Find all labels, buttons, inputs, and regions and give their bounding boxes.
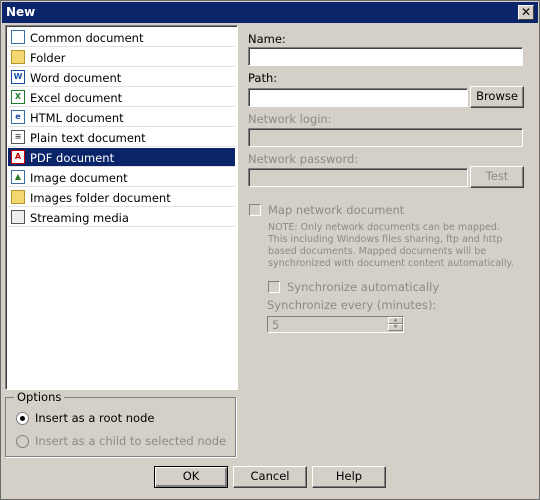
browse-button[interactable]: Browse	[470, 86, 524, 108]
mapping-note: NOTE: Only network documents can be mapp…	[268, 222, 514, 269]
ok-button[interactable]: OK	[154, 466, 228, 488]
options-group: Options Insert as a root node Insert as …	[5, 390, 236, 457]
help-button[interactable]: Help	[312, 466, 386, 488]
list-item-label: Common document	[30, 31, 144, 45]
sync-auto-checkbox[interactable]	[268, 281, 280, 293]
network-password-label: Network password:	[248, 152, 359, 166]
images-folder-icon	[11, 190, 25, 204]
list-item[interactable]: X Excel document	[8, 88, 235, 107]
name-input[interactable]	[248, 47, 523, 66]
sync-every-value: 5	[272, 318, 280, 332]
close-button[interactable]: ✕	[518, 5, 534, 20]
document-type-list[interactable]: Common document Folder W Word document X Exce…	[5, 25, 238, 390]
spin-down-icon[interactable]: ▼	[388, 324, 403, 331]
spinner-buttons[interactable]: ▲ ▼	[388, 317, 403, 332]
network-password-input[interactable]	[248, 168, 468, 187]
list-item-label: PDF document	[30, 151, 115, 165]
name-label: Name:	[248, 32, 286, 46]
path-input[interactable]	[248, 88, 468, 107]
root-node-label[interactable]: Insert as a root node	[35, 411, 154, 425]
common-document-icon	[11, 30, 25, 44]
list-item-label: Images folder document	[30, 191, 171, 205]
list-item-label: Plain text document	[30, 131, 146, 145]
test-button[interactable]: Test	[470, 166, 524, 188]
window-title: New	[6, 5, 36, 19]
folder-icon	[11, 50, 25, 64]
path-label: Path:	[248, 71, 278, 85]
network-login-label: Network login:	[248, 112, 332, 126]
list-item[interactable]: Images folder document	[8, 188, 235, 207]
child-node-radio[interactable]	[16, 435, 29, 448]
list-item[interactable]: Common document	[8, 28, 235, 47]
list-item-label: Excel document	[30, 91, 123, 105]
list-item[interactable]: W Word document	[8, 68, 235, 87]
list-item-label: Image document	[30, 171, 128, 185]
word-document-icon: W	[11, 70, 25, 84]
spin-up-icon[interactable]: ▲	[388, 317, 403, 324]
excel-document-icon: X	[11, 90, 25, 104]
list-item[interactable]: A PDF document	[8, 148, 235, 167]
sync-every-spinner[interactable]: 5 ▲ ▼	[267, 316, 404, 333]
list-item-label: Streaming media	[30, 211, 129, 225]
streaming-media-icon	[11, 210, 25, 224]
image-document-icon: ▲	[11, 170, 25, 184]
map-network-label[interactable]: Map network document	[268, 203, 404, 217]
pdf-document-icon: A	[11, 150, 25, 164]
list-item-label: HTML document	[30, 111, 124, 125]
list-item[interactable]: Folder	[8, 48, 235, 67]
list-item-label: Word document	[30, 71, 122, 85]
sync-every-label: Synchronize every (minutes):	[267, 298, 437, 312]
list-item[interactable]: ▲ Image document	[8, 168, 235, 187]
options-label: Options	[14, 390, 65, 404]
list-item[interactable]: Streaming media	[8, 208, 235, 227]
list-item[interactable]: ≡ Plain text document	[8, 128, 235, 147]
network-login-input[interactable]	[248, 128, 523, 147]
child-node-label[interactable]: Insert as a child to selected node	[35, 434, 226, 448]
title-bar: New ✕	[2, 2, 538, 23]
new-dialog: New ✕ Common document Folder W Word documen…	[0, 0, 540, 500]
cancel-button[interactable]: Cancel	[233, 466, 307, 488]
text-document-icon: ≡	[11, 130, 25, 144]
list-item[interactable]: e HTML document	[8, 108, 235, 127]
sync-auto-label[interactable]: Synchronize automatically	[287, 280, 439, 294]
html-document-icon: e	[11, 110, 25, 124]
list-item-label: Folder	[30, 51, 66, 65]
root-node-radio[interactable]	[16, 412, 29, 425]
map-network-checkbox[interactable]	[249, 204, 261, 216]
